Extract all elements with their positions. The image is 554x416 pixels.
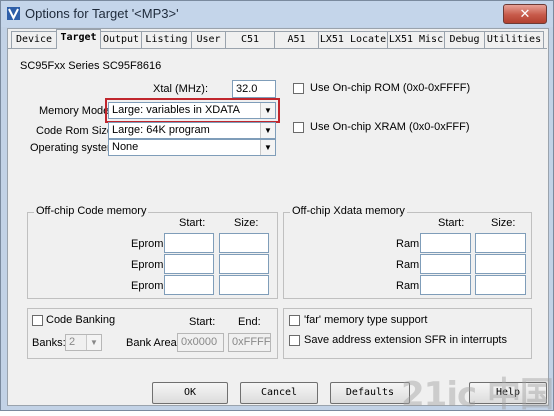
onchip-xram-label: Use On-chip XRAM (0x0-0xFFF) [310,121,470,133]
tab-c51[interactable]: C51 [225,31,275,48]
xtal-input[interactable]: 32.0 [232,80,276,98]
save-sfr-label: Save address extension SFR in interrupts [304,334,507,346]
far-memory-checkbox[interactable] [289,315,300,326]
offchip-code-title: Off-chip Code memory [34,205,149,217]
bank-end-input[interactable]: 0xFFFF [228,333,271,352]
eprom-label: Eprom [131,259,164,271]
close-button[interactable]: ✕ [503,4,547,24]
os-select[interactable]: None ▼ [108,139,276,156]
eprom-size-input[interactable] [219,233,269,253]
eprom-start-input[interactable] [164,233,214,253]
ram-size-input[interactable] [475,233,526,253]
xdata-start-header: Start: [438,217,465,229]
code-banking-label: Code Banking [46,314,116,326]
eprom-label: Eprom [131,280,164,292]
far-memory-label: 'far' memory type support [304,314,428,326]
os-label: Operating system: [30,142,120,154]
offchip-xdata-title: Off-chip Xdata memory [290,205,407,217]
tab-target[interactable]: Target [56,29,101,49]
eprom-size-input[interactable] [219,254,269,274]
tab-debug[interactable]: Debug [444,31,485,48]
watermark: 21ic 中国电子网 [401,375,554,415]
device-name: SC95Fxx Series SC95F8616 [20,60,162,72]
eprom-start-input[interactable] [164,275,214,295]
xtal-label: Xtal (MHz): [153,83,208,95]
tab-device[interactable]: Device [11,31,57,48]
tab-user[interactable]: User [191,31,226,48]
ram-label: Ram [396,259,420,271]
defaults-button[interactable]: Defaults [330,382,410,404]
chevron-down-icon[interactable]: ▼ [86,335,101,350]
eprom-size-input[interactable] [219,275,269,295]
ram-size-input[interactable] [475,254,526,274]
highlight-box [105,98,280,123]
ram-start-input[interactable] [420,233,471,253]
ok-button[interactable]: OK [152,382,228,404]
onchip-xram-checkbox[interactable] [293,122,304,133]
bank-end-header: End: [238,316,261,328]
chevron-down-icon[interactable]: ▼ [260,123,275,138]
tab-a51[interactable]: A51 [274,31,319,48]
code-start-header: Start: [179,217,206,229]
options-dialog: Options for Target '<MP3>' ✕ Device Targ… [0,0,554,415]
window-title: Options for Target '<MP3>' [25,6,179,21]
code-banking-checkbox[interactable] [32,315,43,326]
ram-start-input[interactable] [420,275,471,295]
ram-label: Ram [396,238,420,250]
tab-listing[interactable]: Listing [141,31,192,48]
bank-area-label: Bank Area: [126,337,180,349]
banks-select[interactable]: 2 ▼ [65,334,102,351]
tab-lx51-locate[interactable]: LX51 Locate [318,31,388,48]
cancel-button[interactable]: Cancel [240,382,318,404]
close-icon: ✕ [519,6,531,21]
title-bar[interactable]: Options for Target '<MP3>' ✕ [1,1,553,27]
ram-start-input[interactable] [420,254,471,274]
onchip-rom-checkbox[interactable] [293,83,304,94]
save-sfr-checkbox[interactable] [289,335,300,346]
banks-label: Banks: [32,337,66,349]
bank-start-input[interactable]: 0x0000 [177,333,224,352]
onchip-rom-label: Use On-chip ROM (0x0-0xFFFF) [310,82,471,94]
chevron-down-icon[interactable]: ▼ [260,140,275,155]
tab-utilities[interactable]: Utilities [484,31,544,48]
bank-start-header: Start: [189,316,216,328]
app-icon [7,7,20,20]
eprom-label: Eprom [131,238,164,250]
xdata-size-header: Size: [491,217,516,229]
tab-lx51-misc[interactable]: LX51 Misc [387,31,445,48]
ram-size-input[interactable] [475,275,526,295]
code-rom-label: Code Rom Size: [36,125,117,137]
eprom-start-input[interactable] [164,254,214,274]
ram-label: Ram [396,280,420,292]
code-size-header: Size: [234,217,259,229]
memory-model-label: Memory Model: [39,105,115,117]
tab-output[interactable]: Output [100,31,142,48]
code-rom-select[interactable]: Large: 64K program ▼ [108,122,276,139]
